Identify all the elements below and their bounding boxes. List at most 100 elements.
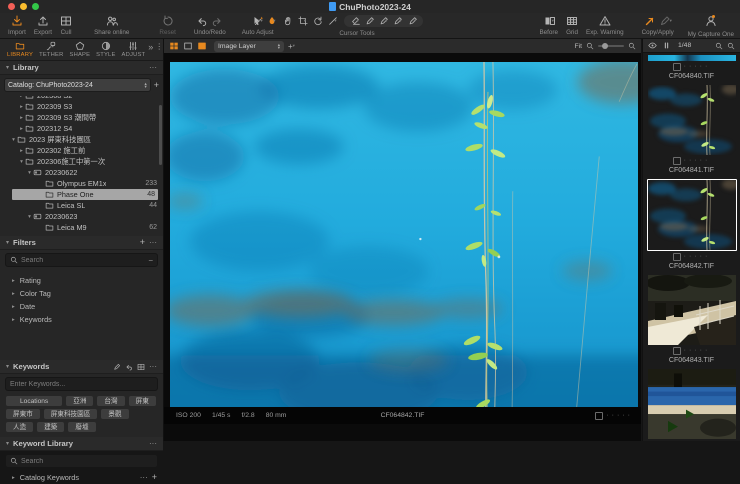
tree-row[interactable]: ▸ 202309 S3 [0, 101, 163, 112]
crop-tool[interactable]: ▾ [298, 16, 306, 26]
tab-tether[interactable]: TETHER [36, 39, 66, 60]
collapse-arrow-icon[interactable]: ▾ [26, 214, 33, 220]
collapse-arrow-icon[interactable]: ▾ [26, 170, 33, 176]
rating-dots[interactable]: ····· [684, 253, 711, 260]
tree-row[interactable]: ▸ 202302 施工前 [0, 145, 163, 156]
keyword-chip[interactable]: 廢墟 [68, 422, 96, 432]
rating-dots[interactable]: ····· [606, 412, 633, 419]
keywords-section-header[interactable]: ▾ Keywords ··· [0, 360, 163, 374]
select-checkbox[interactable] [672, 157, 681, 165]
rating-dots[interactable]: ····· [684, 347, 711, 354]
proof-view-icon[interactable] [197, 41, 207, 51]
pen-tool-4[interactable]: ▾ [408, 16, 416, 26]
filters-search[interactable]: − [5, 253, 158, 267]
pen-tool-1[interactable]: ▾ [365, 16, 373, 26]
keywords-menu-icon[interactable]: ··· [149, 362, 157, 371]
tree-row-selected[interactable]: Phase One 48 [12, 189, 158, 200]
rating-dots[interactable]: ····· [684, 63, 711, 70]
export-button[interactable]: Export [30, 14, 56, 37]
keyword-chip[interactable]: 屏東市 [6, 409, 40, 419]
rating-dots[interactable]: ····· [684, 157, 711, 164]
keyword-pen-icon[interactable] [113, 363, 121, 371]
tab-library[interactable]: LIBRARY [4, 39, 36, 60]
library-menu-icon[interactable]: ··· [149, 63, 157, 72]
clear-search-icon[interactable]: − [148, 256, 153, 265]
library-section-header[interactable]: ▾ Library ··· [0, 61, 163, 75]
keyword-chip[interactable]: 亞洲 [66, 396, 94, 406]
pause-icon[interactable] [662, 41, 671, 50]
keywords-input[interactable] [10, 380, 153, 388]
rating-controls[interactable]: ····· [595, 411, 633, 420]
keyword-library-search-input[interactable] [21, 457, 153, 465]
keyword-chip[interactable]: 建築 [37, 422, 65, 432]
add-collection-button[interactable]: + [154, 80, 159, 90]
expand-arrow-icon[interactable]: ▸ [18, 115, 25, 121]
pen-tool-2[interactable]: ▾ [379, 16, 387, 26]
keyword-chip[interactable]: 人造 [6, 422, 34, 432]
thumbnail-image[interactable] [647, 275, 736, 345]
keyword-undo-icon[interactable] [125, 363, 133, 371]
expand-arrow-icon[interactable]: ▸ [18, 104, 25, 110]
thumbnail-selected-frame[interactable] [646, 179, 737, 251]
straighten-tool[interactable]: ▾ [328, 16, 336, 26]
tree-row[interactable]: ▸ 202309 S3 潮間帶 [0, 112, 163, 123]
filters-search-input[interactable] [21, 256, 146, 264]
filter-group-keywords[interactable]: ▸ Keywords [0, 313, 163, 326]
zoom-out-icon[interactable] [586, 42, 594, 50]
eraser-tool[interactable]: ▾ [351, 16, 359, 26]
collapse-arrow-icon[interactable]: ▾ [10, 137, 17, 143]
layer-select[interactable]: Image Layer ▴ ▾ [214, 40, 284, 52]
pen-tool-3[interactable]: ▾ [393, 16, 401, 26]
more-tabs-chevrons-icon[interactable]: » [148, 39, 155, 52]
copy-apply-button[interactable]: ▾ Copy/Apply [638, 14, 678, 37]
tree-row[interactable]: Leica M9 62 [0, 222, 163, 233]
cull-button[interactable]: Cull [56, 14, 76, 37]
close-window-button[interactable] [8, 3, 15, 10]
tab-shape[interactable]: SHAPE [67, 39, 94, 60]
keyword-list-icon[interactable] [137, 363, 145, 371]
zoom-in-icon[interactable] [628, 42, 636, 50]
thumbnail-clipped[interactable] [647, 55, 736, 61]
catalog-select[interactable]: Catalog: ChuPhoto2023-24 ▴ ▾ [4, 78, 151, 92]
filters-section-header[interactable]: ▾ Filters + ··· [0, 236, 163, 250]
select-checkbox[interactable] [672, 63, 681, 71]
minimize-window-button[interactable] [20, 3, 27, 10]
filter-group-color-tag[interactable]: ▸ Color Tag [0, 287, 163, 300]
keyword-chip[interactable]: 屏東 [128, 396, 156, 406]
keyword-chip[interactable]: Locations [6, 396, 63, 406]
thumbnail-image[interactable] [648, 85, 736, 155]
filters-menu-icon[interactable]: ··· [149, 238, 157, 247]
select-checkbox[interactable] [595, 411, 604, 420]
zoom-slider[interactable] [598, 43, 624, 49]
keyword-library-search[interactable] [5, 454, 158, 468]
tab-style[interactable]: STYLE [93, 39, 118, 60]
pan-tool[interactable]: ▾ [267, 16, 276, 26]
select-tool[interactable]: ▾ [252, 16, 260, 26]
keyword-library-menu-icon[interactable]: ··· [149, 439, 157, 448]
eye-icon[interactable] [648, 41, 657, 50]
catalog-keywords-row[interactable]: ▸ Catalog Keywords ··· + [0, 471, 163, 484]
select-checkbox[interactable] [672, 253, 681, 261]
select-checkbox[interactable] [672, 347, 681, 355]
collapse-arrow-icon[interactable]: ▾ [18, 159, 25, 165]
import-button[interactable]: Import [4, 14, 30, 37]
keyword-chip[interactable]: 屏東科技園區 [43, 409, 98, 419]
grid-button[interactable]: Grid [562, 14, 582, 37]
filter-group-rating[interactable]: ▸ Rating [0, 274, 163, 287]
tab-adjust[interactable]: ADJUST [119, 39, 149, 60]
thumbnail-image[interactable] [647, 369, 736, 439]
expand-arrow-icon[interactable]: ▸ [18, 126, 25, 132]
expand-arrow-icon[interactable]: ▸ [18, 148, 25, 154]
share-online-button[interactable]: Share online [90, 14, 133, 37]
tree-row[interactable]: ▾ 2023 屏東科技園區 [0, 134, 163, 145]
zoom-window-button[interactable] [32, 3, 39, 10]
tree-row[interactable]: ▾ 202306施工中第一次 [0, 156, 163, 167]
filter-group-date[interactable]: ▸ Date [0, 300, 163, 313]
rotate-tool[interactable]: ▾ [313, 16, 321, 26]
add-filter-button[interactable]: + [140, 238, 145, 247]
exposure-warning-button[interactable]: Exp. Warning [582, 14, 628, 37]
undo-redo-button[interactable]: Undo/Redo [190, 14, 230, 37]
my-capture-one-button[interactable]: My Capture One [684, 14, 738, 39]
multi-view-icon[interactable] [169, 41, 179, 51]
keyword-chip[interactable]: 台灣 [97, 396, 125, 406]
